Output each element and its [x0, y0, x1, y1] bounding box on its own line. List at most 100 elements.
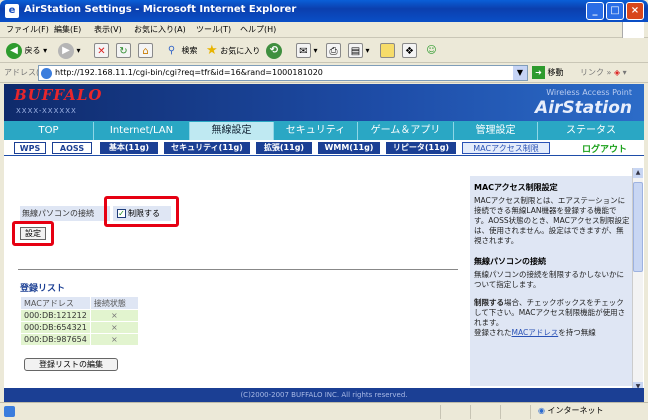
menu-file[interactable]: ファイル(F): [6, 24, 49, 35]
web-page: BUFFALO XXXX-XXXXXX Wireless Access Poin…: [4, 84, 644, 402]
help-text: 登録されたMACアドレスを持つ無線: [474, 328, 630, 338]
links-label: リンク: [580, 68, 604, 77]
subnav-wps[interactable]: WPS: [14, 142, 46, 154]
window-title: AirStation Settings - Microsoft Internet…: [24, 4, 297, 15]
go-button[interactable]: ➜ 移動: [532, 66, 564, 79]
highlight-frame: [12, 221, 54, 246]
tab-security[interactable]: セキュリティ: [274, 122, 358, 140]
help-panel: MACアクセス制限設定 MACアクセス制限とは、エアステーションに接続できる無線…: [470, 176, 634, 386]
subnav-basic[interactable]: 基本(11g): [100, 142, 158, 154]
wireless-connection-label: 無線パソコンの接続: [20, 206, 110, 221]
window-titlebar: e AirStation Settings - Microsoft Intern…: [0, 0, 648, 22]
favorites-label: お気に入り: [220, 46, 261, 56]
edit-list-button[interactable]: 登録リストの編集: [24, 358, 118, 371]
address-field[interactable]: http://192.168.11.1/cgi-bin/cgi?req=tfr&…: [38, 65, 528, 81]
search-button[interactable]: ⚲ 検索: [164, 42, 198, 60]
status-cell: ×: [89, 309, 139, 322]
go-label: 移動: [547, 68, 564, 77]
help-text-span: 登録された: [474, 328, 512, 337]
forward-arrow-icon: ▶: [58, 42, 74, 59]
mac-address-link[interactable]: MACアドレス: [512, 328, 559, 337]
column-header-mac: MACアドレス: [20, 296, 91, 310]
buffalo-logo: BUFFALO: [14, 86, 103, 104]
settings-panel: 無線パソコンの接続 ✓ 制限する 設定 登録リスト MACアドレス 接続状態 00…: [8, 156, 470, 394]
address-bar: アドレス(D) http://192.168.11.1/cgi-bin/cgi?…: [0, 63, 648, 83]
menu-bar: ファイル(F) 編集(E) 表示(V) お気に入り(A) ツール(T) ヘルプ(…: [0, 22, 648, 38]
product-name: AirStation: [535, 98, 632, 118]
close-button[interactable]: ×: [626, 2, 644, 20]
help-text-span: を持つ無線: [558, 328, 596, 337]
home-button[interactable]: ⌂: [138, 42, 153, 60]
product-subtitle: Wireless Access Point: [546, 88, 632, 97]
refresh-button[interactable]: ↻: [116, 42, 131, 60]
subnav-aoss[interactable]: AOSS: [52, 142, 92, 154]
zone-label: インターネット: [547, 406, 604, 415]
favorites-button[interactable]: ★ お気に入り: [206, 42, 260, 60]
sub-nav: WPS AOSS 基本(11g) セキュリティ(11g) 拡張(11g) WMM…: [4, 140, 644, 156]
page-status-icon: [4, 406, 15, 417]
address-url[interactable]: http://192.168.11.1/cgi-bin/cgi?req=tfr&…: [55, 68, 323, 77]
edit-icon: ▤: [348, 43, 363, 58]
tab-top[interactable]: TOP: [4, 122, 94, 140]
print-icon: ⎙: [326, 43, 341, 58]
divider: [440, 405, 441, 419]
ie-app-icon: e: [5, 4, 19, 18]
tab-wireless-settings[interactable]: 無線設定: [190, 122, 274, 140]
ie-links-icon: ◈: [613, 68, 621, 77]
mac-cell: 000:DB:987654: [20, 333, 91, 346]
go-arrow-icon: ➜: [532, 66, 545, 79]
column-header-status: 接続状態: [89, 296, 139, 310]
tab-internet-lan[interactable]: Internet/LAN: [94, 122, 190, 140]
subnav-wmm[interactable]: WMM(11g): [318, 142, 380, 154]
messenger-button[interactable]: ☺: [424, 42, 439, 60]
subnav-security[interactable]: セキュリティ(11g): [164, 142, 250, 154]
subnav-mac-access[interactable]: MACアクセス制限: [462, 142, 550, 154]
maximize-button[interactable]: □: [606, 2, 624, 20]
home-icon: ⌂: [138, 43, 153, 58]
page-header: BUFFALO XXXX-XXXXXX Wireless Access Poin…: [4, 84, 644, 121]
status-cell: ×: [89, 321, 139, 334]
tab-game-apps[interactable]: ゲーム＆アプリ: [358, 122, 454, 140]
print-button[interactable]: ⎙: [326, 42, 341, 60]
back-button[interactable]: ◀ 戻る ▾: [6, 42, 47, 60]
subnav-repeater[interactable]: リピータ(11g): [386, 142, 456, 154]
menu-tools[interactable]: ツール(T): [196, 24, 231, 35]
back-arrow-icon: ◀: [6, 42, 22, 59]
table-row: 000:DB:654321 ×: [20, 321, 139, 334]
mail-icon: ✉: [296, 43, 311, 58]
edit-button[interactable]: ▤ ▾: [348, 42, 370, 60]
toolbar: ◀ 戻る ▾ ▶ ▾ ✕ ↻ ⌂ ⚲ 検索 ★ お気に入り ⟲ ✉ ▾ ⎙ ▤ …: [0, 39, 648, 63]
tab-admin[interactable]: 管理設定: [454, 122, 538, 140]
logout-link[interactable]: ログアウト: [582, 142, 627, 155]
mail-button[interactable]: ✉ ▾: [296, 42, 318, 60]
menu-help[interactable]: ヘルプ(H): [240, 24, 276, 35]
research-button[interactable]: ❖: [402, 42, 417, 60]
scroll-up-icon[interactable]: ▲: [633, 168, 643, 178]
history-button[interactable]: ⟲: [266, 42, 282, 60]
scroll-thumb[interactable]: [633, 182, 643, 272]
brand-subtitle: XXXX-XXXXXX: [16, 107, 77, 115]
subnav-extended[interactable]: 拡張(11g): [256, 142, 312, 154]
table-row: 000:DB:121212 ×: [20, 309, 139, 322]
menu-view[interactable]: 表示(V): [94, 24, 122, 35]
page-edge: [644, 84, 648, 402]
help-scrollbar[interactable]: ▲ ▼: [632, 168, 643, 392]
divider: [18, 269, 458, 270]
forward-button[interactable]: ▶ ▾: [58, 42, 81, 60]
security-zone: ◉ インターネット: [538, 405, 604, 416]
stop-button[interactable]: ✕: [94, 42, 109, 60]
globe-icon: ◉: [538, 406, 545, 415]
address-dropdown-icon[interactable]: ▼: [513, 66, 527, 80]
tab-status[interactable]: ステータス: [538, 122, 644, 140]
help-text: 制限する場合、チェックボックスをチェックして下さい。MACアクセス制限機能が使用…: [474, 298, 630, 328]
folder-button[interactable]: [380, 42, 395, 60]
links-toolbar[interactable]: リンク » ◈ ▾: [580, 67, 627, 78]
highlight-frame: [104, 196, 179, 227]
menu-edit[interactable]: 編集(E): [54, 24, 81, 35]
registered-list-title: 登録リスト: [20, 284, 66, 294]
minimize-button[interactable]: _: [586, 2, 604, 20]
menu-favorites[interactable]: お気に入り(A): [134, 24, 186, 35]
table-row: 000:DB:987654 ×: [20, 333, 139, 346]
page-icon: [41, 68, 52, 79]
mac-cell: 000:DB:121212: [20, 309, 91, 322]
